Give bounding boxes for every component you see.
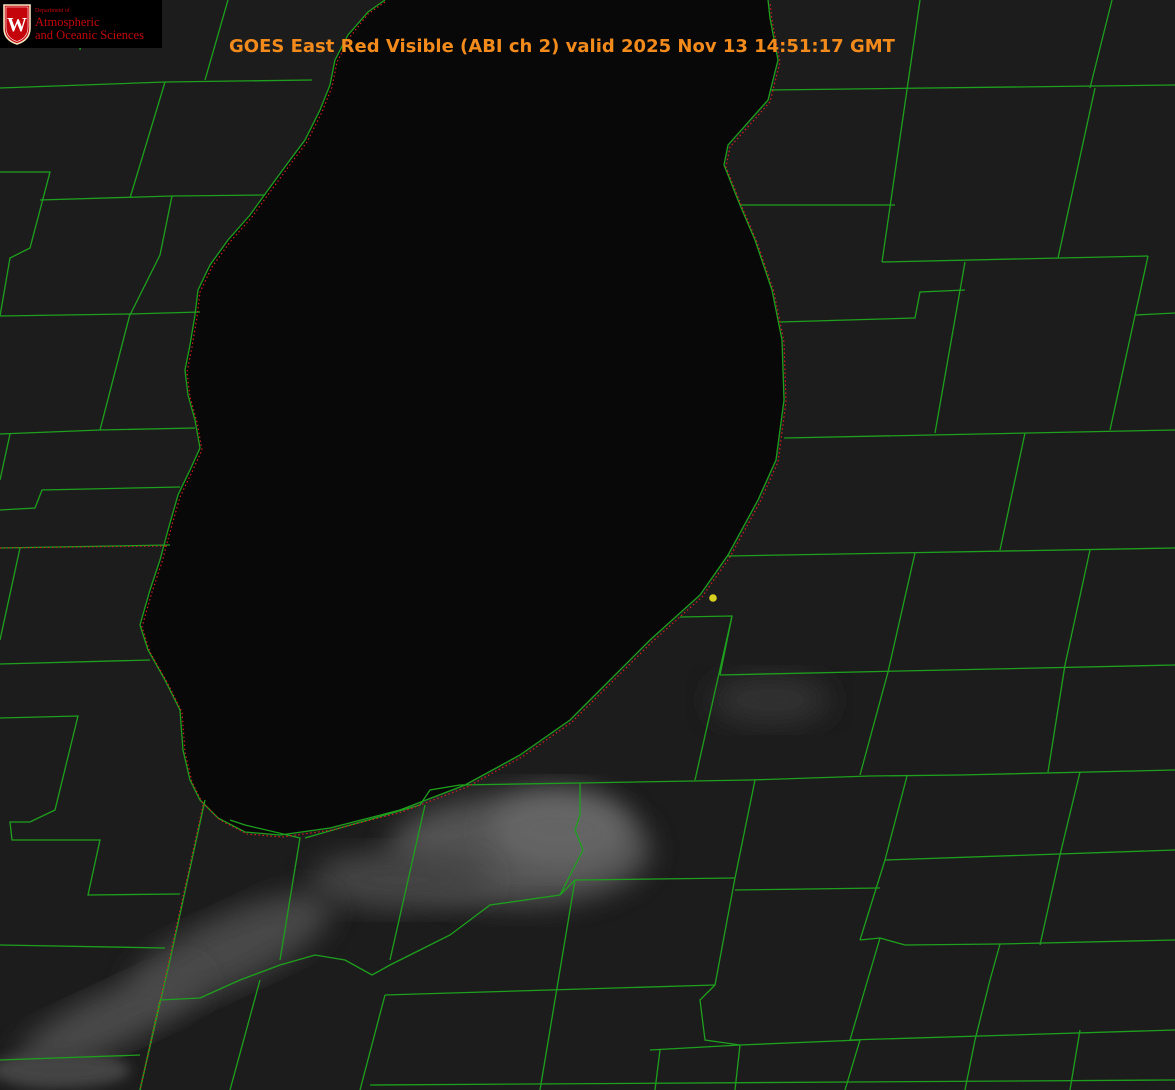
- logo-atmospheric-text: Atmospheric: [35, 15, 100, 29]
- image-title: GOES East Red Visible (ABI ch 2) valid 2…: [229, 36, 895, 57]
- aos-logo: W Department of Atmospheric and Oceanic …: [0, 0, 162, 48]
- satellite-map: [0, 0, 1175, 1090]
- logo-department-text: Department of: [35, 8, 70, 14]
- uw-crest-icon: W: [3, 4, 31, 45]
- satellite-image-viewport: W Department of Atmospheric and Oceanic …: [0, 0, 1175, 1090]
- logo-oceanic-text: and Oceanic Sciences: [35, 28, 144, 42]
- svg-text:W: W: [7, 14, 27, 36]
- station-dot-icon: [709, 594, 717, 602]
